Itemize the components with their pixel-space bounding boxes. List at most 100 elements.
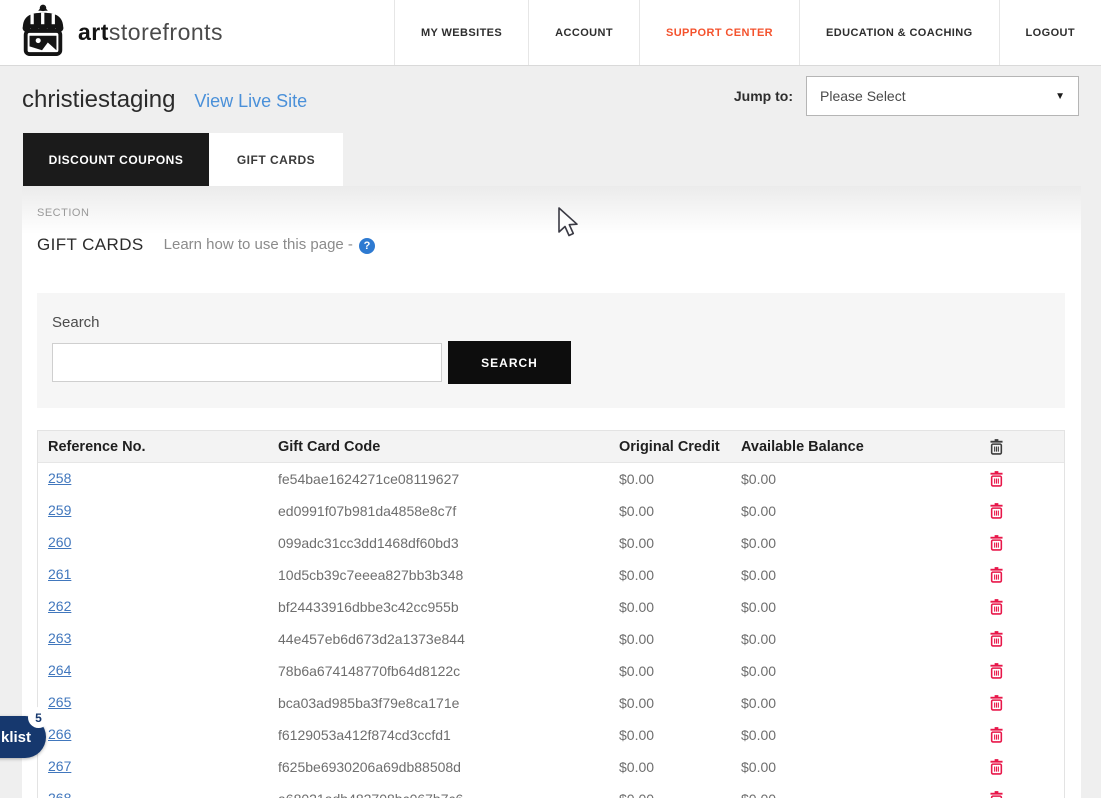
table-row: 264 78b6a674148770fb64d8122c $0.00 $0.00 <box>38 655 1064 687</box>
page-head: christiestaging View Live Site <box>22 86 307 114</box>
gift-card-code: fe54bae1624271ce08119627 <box>278 471 619 487</box>
reference-link[interactable]: 261 <box>48 566 71 582</box>
nav-item-support-center[interactable]: SUPPORT CENTER <box>639 0 799 65</box>
trash-icon[interactable] <box>990 631 1003 647</box>
gift-card-code: 44e457eb6d673d2a1373e844 <box>278 631 619 647</box>
original-credit: $0.00 <box>619 759 741 775</box>
original-credit: $0.00 <box>619 727 741 743</box>
trash-icon[interactable] <box>990 791 1003 798</box>
reference-link[interactable]: 258 <box>48 470 71 486</box>
available-balance: $0.00 <box>741 567 936 583</box>
checklist-label: klist <box>1 729 31 746</box>
trash-icon[interactable] <box>990 567 1003 583</box>
tab-bar: DISCOUNT COUPONS GIFT CARDS <box>23 133 343 186</box>
column-header-available-balance: Available Balance <box>741 439 936 455</box>
table-row: 259 ed0991f07b981da4858e8c7f $0.00 $0.00 <box>38 495 1064 527</box>
jump-to-control: Jump to: Please Select ▼ <box>734 76 1079 116</box>
gift-card-code: bca03ad985ba3f79e8ca171e <box>278 695 619 711</box>
search-label: Search <box>52 314 100 331</box>
original-credit: $0.00 <box>619 663 741 679</box>
original-credit: $0.00 <box>619 695 741 711</box>
nav-item-account[interactable]: ACCOUNT <box>528 0 639 65</box>
section-title: GIFT CARDS <box>37 235 144 255</box>
reference-link[interactable]: 267 <box>48 758 71 774</box>
trash-icon[interactable] <box>990 759 1003 775</box>
reference-link[interactable]: 263 <box>48 630 71 646</box>
trash-icon[interactable] <box>990 599 1003 615</box>
site-name: christiestaging <box>22 86 175 114</box>
available-balance: $0.00 <box>741 503 936 519</box>
reference-link[interactable]: 262 <box>48 598 71 614</box>
view-live-site-link[interactable]: View Live Site <box>194 91 307 112</box>
nav-item-logout[interactable]: LOGOUT <box>999 0 1101 65</box>
help-text: Learn how to use this page -? <box>164 236 375 253</box>
search-panel: Search SEARCH <box>37 293 1065 408</box>
original-credit: $0.00 <box>619 567 741 583</box>
trash-icon[interactable] <box>990 471 1003 487</box>
nav-menu: MY WEBSITES ACCOUNT SUPPORT CENTER EDUCA… <box>394 0 1101 65</box>
gift-card-code: f6129053a412f874cd3ccfd1 <box>278 727 619 743</box>
column-header-code: Gift Card Code <box>278 439 619 455</box>
available-balance: $0.00 <box>741 471 936 487</box>
top-navigation: artstorefronts MY WEBSITES ACCOUNT SUPPO… <box>0 0 1101 66</box>
original-credit: $0.00 <box>619 599 741 615</box>
available-balance: $0.00 <box>741 759 936 775</box>
gift-card-code: ed0991f07b981da4858e8c7f <box>278 503 619 519</box>
nav-item-my-websites[interactable]: MY WEBSITES <box>394 0 528 65</box>
table-row: 263 44e457eb6d673d2a1373e844 $0.00 $0.00 <box>38 623 1064 655</box>
original-credit: $0.00 <box>619 503 741 519</box>
jump-to-selected-value: Please Select <box>820 88 906 104</box>
gift-card-code: 78b6a674148770fb64d8122c <box>278 663 619 679</box>
storefront-awning-icon <box>18 3 68 62</box>
table-row: 268 a68021adb482708bc067b7c6 $0.00 $0.00 <box>38 783 1064 798</box>
gift-card-code: a68021adb482708bc067b7c6 <box>278 791 619 798</box>
table-row: 267 f625be6930206a69db88508d $0.00 $0.00 <box>38 751 1064 783</box>
jump-to-select[interactable]: Please Select ▼ <box>806 76 1079 116</box>
reference-link[interactable]: 259 <box>48 502 71 518</box>
reference-link[interactable]: 264 <box>48 662 71 678</box>
tab-discount-coupons[interactable]: DISCOUNT COUPONS <box>23 133 209 186</box>
gift-card-code: f625be6930206a69db88508d <box>278 759 619 775</box>
trash-icon <box>990 439 1003 455</box>
reference-link[interactable]: 266 <box>48 726 71 742</box>
available-balance: $0.00 <box>741 663 936 679</box>
gift-cards-panel: SECTION GIFT CARDS Learn how to use this… <box>22 186 1081 798</box>
available-balance: $0.00 <box>741 631 936 647</box>
trash-icon[interactable] <box>990 727 1003 743</box>
table-row: 266 f6129053a412f874cd3ccfd1 $0.00 $0.00 <box>38 719 1064 751</box>
question-circle-icon[interactable]: ? <box>359 238 375 254</box>
original-credit: $0.00 <box>619 535 741 551</box>
available-balance: $0.00 <box>741 599 936 615</box>
trash-icon[interactable] <box>990 535 1003 551</box>
section-kicker: SECTION <box>37 207 89 219</box>
trash-icon[interactable] <box>990 663 1003 679</box>
jump-to-label: Jump to: <box>734 88 793 104</box>
available-balance: $0.00 <box>741 791 936 798</box>
column-header-original-credit: Original Credit <box>619 439 741 455</box>
caret-down-icon: ▼ <box>1055 91 1065 102</box>
available-balance: $0.00 <box>741 535 936 551</box>
available-balance: $0.00 <box>741 695 936 711</box>
search-button[interactable]: SEARCH <box>448 341 571 384</box>
nav-item-education-coaching[interactable]: EDUCATION & COACHING <box>799 0 999 65</box>
tab-gift-cards[interactable]: GIFT CARDS <box>209 133 343 186</box>
reference-link[interactable]: 268 <box>48 790 71 798</box>
table-row: 265 bca03ad985ba3f79e8ca171e $0.00 $0.00 <box>38 687 1064 719</box>
table-row: 258 fe54bae1624271ce08119627 $0.00 $0.00 <box>38 463 1064 495</box>
table-row: 260 099adc31cc3dd1468df60bd3 $0.00 $0.00 <box>38 527 1064 559</box>
gift-card-code: 099adc31cc3dd1468df60bd3 <box>278 535 619 551</box>
gift-card-code: bf24433916dbbe3c42cc955b <box>278 599 619 615</box>
gift-card-code: 10d5cb39c7eeea827bb3b348 <box>278 567 619 583</box>
checklist-count-badge: 5 <box>28 707 49 728</box>
gift-cards-table: Reference No. Gift Card Code Original Cr… <box>37 430 1065 798</box>
search-input[interactable] <box>52 343 442 382</box>
reference-link[interactable]: 260 <box>48 534 71 550</box>
original-credit: $0.00 <box>619 471 741 487</box>
table-row: 261 10d5cb39c7eeea827bb3b348 $0.00 $0.00 <box>38 559 1064 591</box>
trash-icon[interactable] <box>990 503 1003 519</box>
brand-name: artstorefronts <box>78 19 223 46</box>
reference-link[interactable]: 265 <box>48 694 71 710</box>
trash-icon[interactable] <box>990 695 1003 711</box>
original-credit: $0.00 <box>619 631 741 647</box>
brand-logo[interactable]: artstorefronts <box>0 0 223 65</box>
